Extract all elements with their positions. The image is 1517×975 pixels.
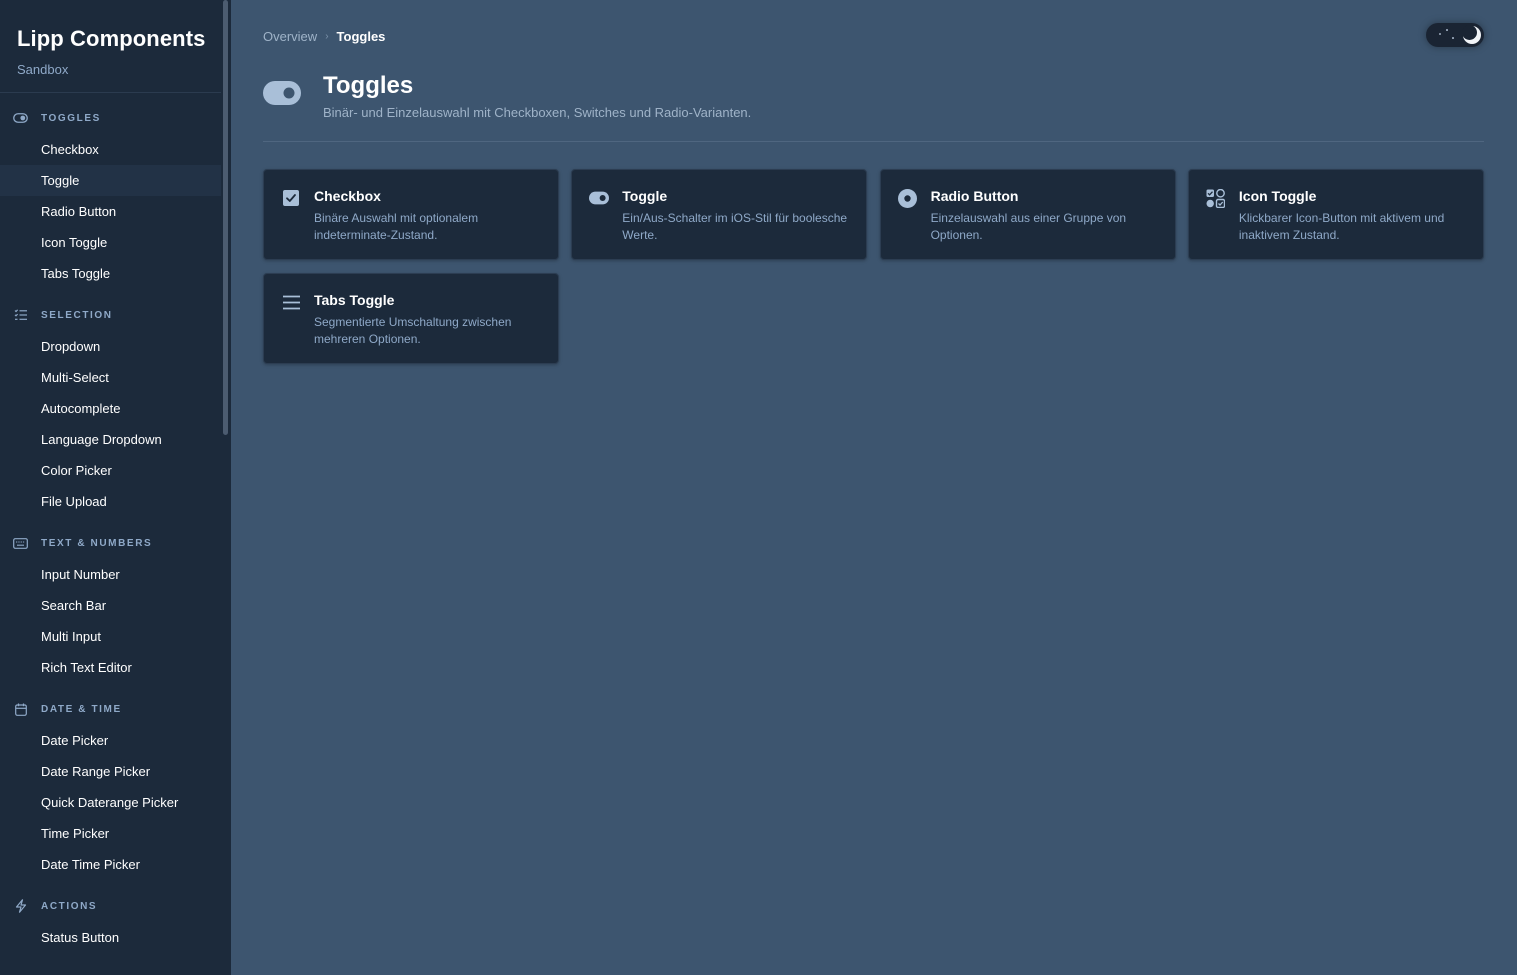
card-description: Ein/Aus-Schalter im iOS-Stil für boolesc… xyxy=(622,211,848,242)
page-subtitle: Binär- und Einzelauswahl mit Checkboxen,… xyxy=(323,105,752,120)
section-label: ACTIONS xyxy=(41,900,98,912)
sidebar-item-tabs-toggle[interactable]: Tabs Toggle xyxy=(0,258,221,289)
calendar-icon xyxy=(13,702,28,716)
sidebar-item-input-number[interactable]: Input Number xyxy=(0,559,221,590)
sidebar: Lipp Components Sandbox TOGGLES Checkbox… xyxy=(0,0,231,975)
toggle-icon xyxy=(589,188,610,208)
nav-section-text-numbers: TEXT & NUMBERS Input Number Search Bar M… xyxy=(0,535,231,683)
sidebar-item-color-picker[interactable]: Color Picker xyxy=(0,455,221,486)
star-icon xyxy=(1446,29,1448,31)
brand-title: Lipp Components xyxy=(17,26,206,51)
star-icon xyxy=(1439,33,1441,35)
section-label: TEXT & NUMBERS xyxy=(41,537,153,549)
card-icon-toggle[interactable]: Icon Toggle Klickbarer Icon-Button mit a… xyxy=(1187,169,1484,260)
star-icon xyxy=(1452,37,1454,39)
section-header-toggles: TOGGLES xyxy=(0,110,231,126)
component-cards: Checkbox Binäre Auswahl mit optionalem i… xyxy=(263,169,1484,364)
sidebar-item-time-picker[interactable]: Time Picker xyxy=(0,818,221,849)
card-description: Klickbarer Icon-Button mit aktivem und i… xyxy=(1238,211,1445,242)
card-title: Icon Toggle xyxy=(1238,188,1317,204)
section-label: SELECTION xyxy=(41,309,113,321)
theme-toggle[interactable] xyxy=(1426,23,1484,47)
brand: Lipp Components Sandbox xyxy=(0,0,221,93)
sidebar-item-icon-toggle[interactable]: Icon Toggle xyxy=(0,227,221,258)
breadcrumb-current: Toggles xyxy=(336,29,386,44)
card-title: Toggle xyxy=(622,188,668,204)
main-content: Overview › Toggles Toggles Binär- und Ei… xyxy=(231,0,1517,975)
sidebar-scrollbar[interactable] xyxy=(223,0,228,435)
sidebar-item-status-button[interactable]: Status Button xyxy=(0,922,221,953)
card-title: Radio Button xyxy=(930,188,1019,204)
nav-section-actions: ACTIONS Status Button xyxy=(0,898,231,953)
section-header-date-time: DATE & TIME xyxy=(0,701,231,717)
sidebar-item-file-upload[interactable]: File Upload xyxy=(0,486,221,517)
sidebar-item-dropdown[interactable]: Dropdown xyxy=(0,331,221,362)
nav-section-selection: SELECTION Dropdown Multi-Select Autocomp… xyxy=(0,307,231,517)
card-title: Checkbox xyxy=(314,188,381,204)
brand-subtitle: Sandbox xyxy=(17,62,69,77)
radio-icon xyxy=(898,188,918,208)
card-description: Einzelauswahl aus einer Gruppe von Optio… xyxy=(930,211,1127,242)
sidebar-item-date-picker[interactable]: Date Picker xyxy=(0,725,221,756)
breadcrumb-overview-link[interactable]: Overview xyxy=(263,29,317,44)
sidebar-item-radio-button[interactable]: Radio Button xyxy=(0,196,221,227)
section-header-actions: ACTIONS xyxy=(0,898,231,914)
page-title: Toggles xyxy=(323,72,414,99)
sidebar-item-multi-input[interactable]: Multi Input xyxy=(0,621,221,652)
menu-icon xyxy=(281,292,301,312)
section-label: TOGGLES xyxy=(41,112,101,124)
card-title: Tabs Toggle xyxy=(314,292,395,308)
card-checkbox[interactable]: Checkbox Binäre Auswahl mit optionalem i… xyxy=(263,169,559,260)
card-tabs-toggle[interactable]: Tabs Toggle Segmentierte Umschaltung zwi… xyxy=(263,273,559,364)
sidebar-item-multi-select[interactable]: Multi-Select xyxy=(0,362,221,393)
nav-section-date-time: DATE & TIME Date Picker Date Range Picke… xyxy=(0,701,231,880)
toggle-icon xyxy=(13,111,28,125)
sidebar-item-toggle[interactable]: Toggle xyxy=(0,165,221,196)
section-label: DATE & TIME xyxy=(41,703,122,715)
list-check-icon xyxy=(13,308,28,322)
sidebar-item-quick-daterange-picker[interactable]: Quick Daterange Picker xyxy=(0,787,221,818)
sidebar-item-language-dropdown[interactable]: Language Dropdown xyxy=(0,424,221,455)
nav-section-toggles: TOGGLES Checkbox Toggle Radio Button Ico… xyxy=(0,110,231,289)
sidebar-item-checkbox[interactable]: Checkbox xyxy=(0,134,221,165)
bolt-icon xyxy=(13,899,28,913)
card-radio-button[interactable]: Radio Button Einzelauswahl aus einer Gru… xyxy=(879,169,1176,260)
card-description: Binäre Auswahl mit optionalem indetermin… xyxy=(314,211,479,242)
sidebar-item-search-bar[interactable]: Search Bar xyxy=(0,590,221,621)
sidebar-item-date-time-picker[interactable]: Date Time Picker xyxy=(0,849,221,880)
section-header-text-numbers: TEXT & NUMBERS xyxy=(0,535,231,551)
icon-toggle-icon xyxy=(1206,188,1226,208)
card-toggle[interactable]: Toggle Ein/Aus-Schalter im iOS-Stil für … xyxy=(571,169,868,260)
keyboard-icon xyxy=(13,536,28,550)
breadcrumb-separator: › xyxy=(325,31,329,42)
checkbox-icon xyxy=(281,188,301,208)
toggle-icon xyxy=(263,81,301,105)
sidebar-item-rich-text-editor[interactable]: Rich Text Editor xyxy=(0,652,221,683)
card-description: Segmentierte Umschaltung zwischen mehrer… xyxy=(314,315,512,346)
page-header: Toggles Binär- und Einzelauswahl mit Che… xyxy=(263,70,1484,142)
breadcrumb: Overview › Toggles xyxy=(263,29,385,44)
sidebar-item-autocomplete[interactable]: Autocomplete xyxy=(0,393,221,424)
sidebar-item-date-range-picker[interactable]: Date Range Picker xyxy=(0,756,221,787)
section-header-selection: SELECTION xyxy=(0,307,231,323)
